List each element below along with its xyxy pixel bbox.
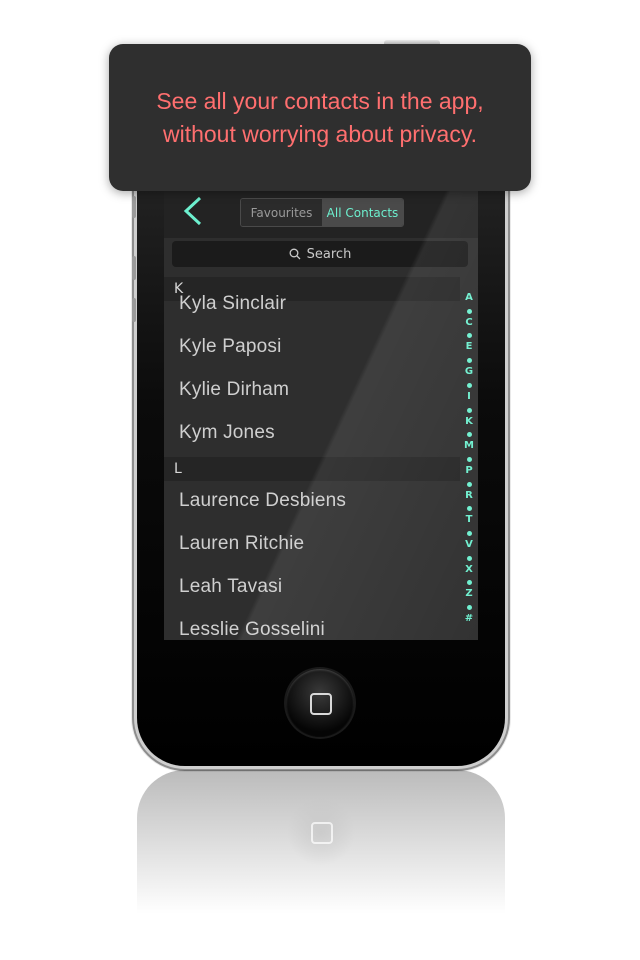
index-letter[interactable]: P [465, 465, 472, 478]
index-dot [466, 358, 472, 364]
search-placeholder: Search [306, 246, 352, 262]
index-letter[interactable]: M [464, 440, 474, 453]
index-letter[interactable]: V [465, 539, 473, 552]
index-letter[interactable]: R [465, 490, 473, 503]
tab-favourites[interactable]: Favourites [241, 199, 322, 226]
home-square-icon [310, 693, 332, 715]
phone-reflection [137, 770, 505, 950]
index-dot [466, 555, 472, 561]
contact-row[interactable]: Lauren Ritchie [179, 533, 304, 555]
contact-row[interactable]: Leah Tavasi [179, 576, 282, 598]
app-screen: Favourites All Contacts Search K Kyla Si… [164, 160, 478, 640]
index-dot [466, 382, 472, 388]
index-dot [466, 456, 472, 462]
contact-row[interactable]: Kylie Dirham [179, 379, 289, 401]
contact-row[interactable]: Kyle Paposi [179, 336, 282, 358]
index-letter[interactable]: C [465, 317, 472, 330]
tooltip-line-2: without worrying about privacy. [162, 120, 478, 147]
home-square-icon [311, 822, 333, 844]
index-dot [466, 407, 472, 413]
search-icon [289, 248, 301, 260]
chevron-left-icon[interactable] [180, 194, 208, 228]
segmented-control: Favourites All Contacts [240, 198, 404, 227]
home-button [286, 669, 354, 737]
mute-switch [132, 196, 136, 218]
contact-row[interactable]: Laurence Desbiens [179, 490, 346, 512]
index-dot [466, 580, 472, 586]
index-dot [466, 531, 472, 537]
tab-all-contacts[interactable]: All Contacts [322, 199, 403, 226]
contact-row[interactable]: Kym Jones [179, 422, 275, 444]
index-letter[interactable]: K [465, 416, 473, 429]
index-dot [466, 333, 472, 339]
index-dot [466, 481, 472, 487]
index-dot [466, 308, 472, 314]
index-letter[interactable]: # [465, 613, 473, 626]
index-letter[interactable]: E [466, 341, 473, 354]
volume-up-button [132, 256, 136, 280]
search-bar[interactable]: Search [172, 241, 468, 267]
promo-tooltip: See all your contacts in the app, withou… [109, 44, 531, 191]
index-dot [466, 506, 472, 512]
index-letter[interactable]: G [465, 366, 473, 379]
index-dot [466, 432, 472, 438]
home-button-reflection [287, 798, 355, 866]
index-letter[interactable]: Z [465, 588, 472, 601]
volume-down-button [132, 298, 136, 322]
index-letter[interactable]: I [467, 391, 471, 404]
index-letter[interactable]: A [465, 292, 473, 305]
section-header-l: L [164, 457, 460, 481]
index-dot [466, 605, 472, 611]
contact-row[interactable]: Kyla Sinclair [179, 293, 286, 315]
index-letter[interactable]: X [465, 564, 473, 577]
index-letter[interactable]: T [466, 514, 473, 527]
contact-row[interactable]: Lesslie Gosselini [179, 619, 325, 640]
tooltip-line-1: See all your contacts in the app, [156, 87, 484, 114]
alphabet-index[interactable]: A C E G I K M P R T V X Z # [462, 292, 476, 626]
